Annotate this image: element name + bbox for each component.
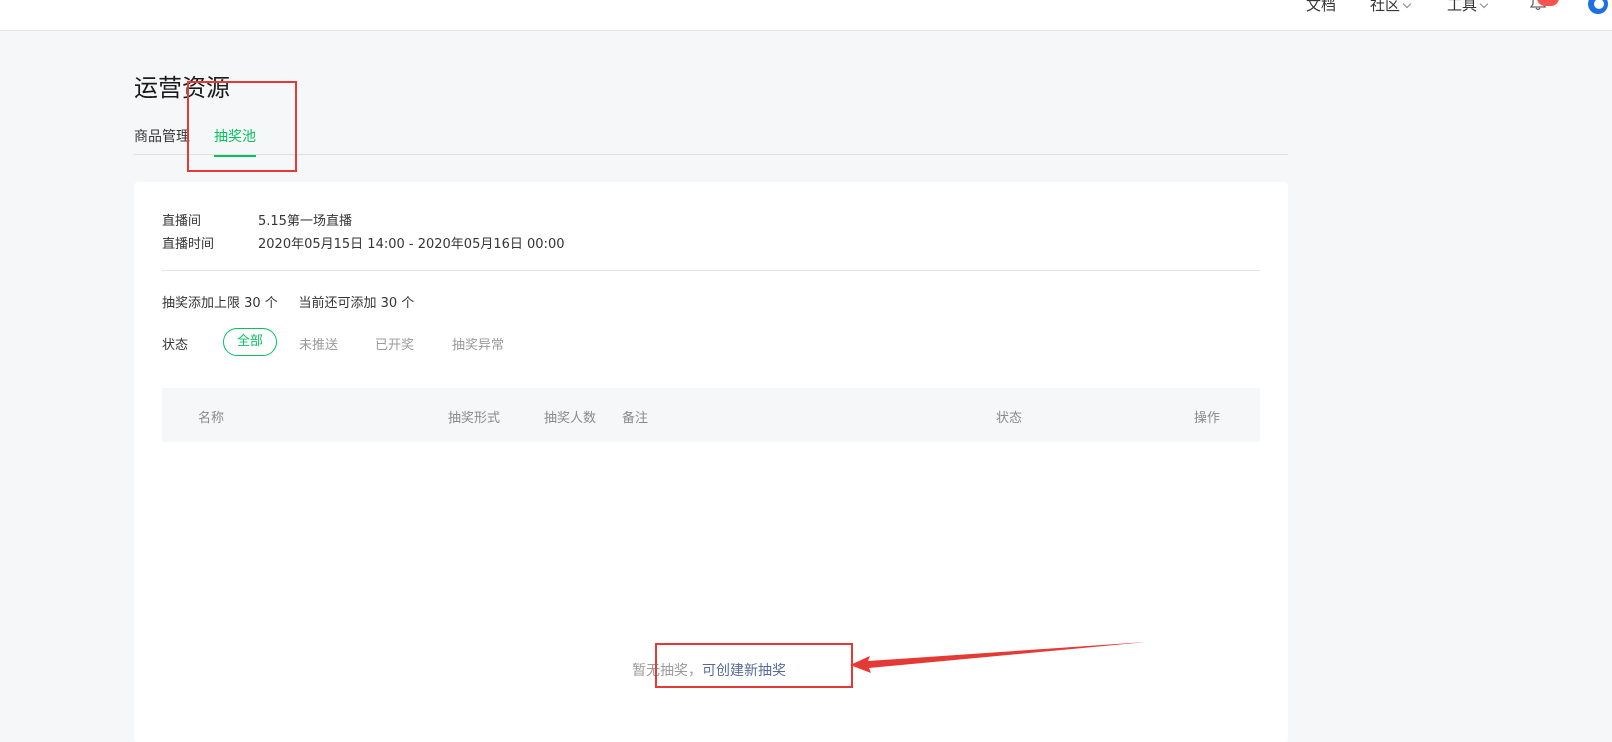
nav-community-label: 社区 bbox=[1370, 0, 1401, 14]
page-title: 运营资源 bbox=[134, 74, 230, 102]
nav-community-menu[interactable]: 社区 bbox=[1370, 0, 1412, 15]
annotation-arrow-icon bbox=[850, 642, 1146, 673]
column-header-remark: 备注 bbox=[622, 411, 649, 426]
column-header-participants: 抽奖人数 bbox=[544, 411, 597, 426]
tab-bar: 商品管理 抽奖池 bbox=[134, 122, 1288, 157]
avatar[interactable] bbox=[1588, 0, 1608, 14]
live-room-label: 直播间 bbox=[162, 214, 202, 229]
live-room-value: 5.15第一场直播 bbox=[258, 214, 352, 229]
nav-tools-label: 工具 bbox=[1447, 0, 1478, 14]
nav-docs-link[interactable]: 文档 bbox=[1306, 0, 1336, 15]
filter-drawn[interactable]: 已开奖 bbox=[375, 334, 414, 353]
nav-tools-menu[interactable]: 工具 bbox=[1447, 0, 1489, 15]
column-header-actions: 操作 bbox=[1194, 411, 1221, 426]
top-nav-bar: 文档 社区 工具 10 bbox=[0, 0, 1612, 31]
filter-not-pushed[interactable]: 未推送 bbox=[299, 334, 338, 353]
chevron-down-icon bbox=[1479, 0, 1489, 9]
table-header: 名称 抽奖形式 抽奖人数 备注 状态 操作 bbox=[162, 388, 1260, 442]
status-filter-label: 状态 bbox=[162, 338, 189, 353]
live-time-value: 2020年05月15日 14:00 - 2020年05月16日 00:00 bbox=[258, 237, 565, 252]
create-lottery-link[interactable]: 可创建新抽奖 bbox=[702, 663, 786, 679]
column-header-name: 名称 bbox=[198, 411, 225, 426]
column-header-type: 抽奖形式 bbox=[448, 411, 501, 426]
empty-state: 暂无抽奖，可创建新抽奖 bbox=[632, 660, 786, 680]
divider bbox=[162, 270, 1260, 271]
tab-lottery-pool[interactable]: 抽奖池 bbox=[214, 126, 256, 157]
lottery-limit-text: 抽奖添加上限 30 个 当前还可添加 30 个 bbox=[162, 296, 415, 311]
tab-product-management[interactable]: 商品管理 bbox=[134, 126, 190, 146]
filter-all[interactable]: 全部 bbox=[223, 328, 278, 356]
live-time-label: 直播时间 bbox=[162, 237, 215, 252]
chevron-down-icon bbox=[1402, 0, 1412, 9]
column-header-status: 状态 bbox=[996, 411, 1023, 426]
filter-error[interactable]: 抽奖异常 bbox=[452, 334, 504, 353]
empty-state-text: 暂无抽奖， bbox=[632, 663, 702, 679]
